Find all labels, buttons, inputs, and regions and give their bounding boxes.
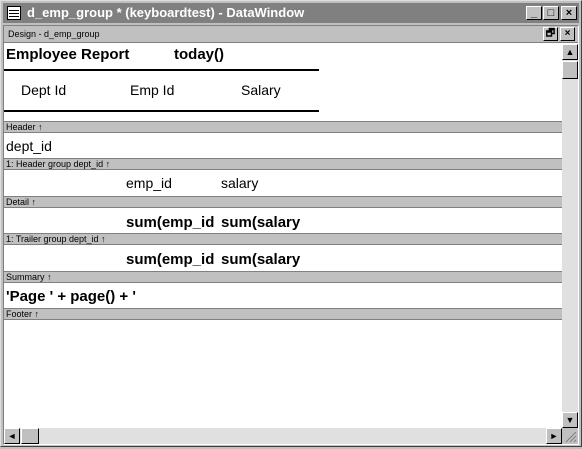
minimize-button[interactable]: _ xyxy=(526,6,542,20)
emp-id-field[interactable]: emp_id xyxy=(126,175,172,191)
design-title: Design - d_emp_group xyxy=(8,29,100,39)
trailer-sum-salary[interactable]: sum(salary xyxy=(221,251,316,268)
band-trailer-group[interactable]: 1: Trailer group dept_id ↑ xyxy=(4,233,562,245)
scroll-up-button[interactable]: ▲ xyxy=(562,44,578,60)
emp-id-header[interactable]: Emp Id xyxy=(130,82,174,98)
dept-id-field[interactable]: dept_id xyxy=(6,138,52,154)
design-pane: Design - d_emp_group 🗗 × Employee Report… xyxy=(3,25,579,445)
design-title-bar[interactable]: Design - d_emp_group 🗗 × xyxy=(4,26,578,43)
scroll-left-button[interactable]: ◄ xyxy=(4,428,20,444)
close-button[interactable]: × xyxy=(561,6,577,20)
salary-header[interactable]: Salary xyxy=(241,82,281,98)
header-top-rule[interactable] xyxy=(4,69,319,71)
datawindow-frame: d_emp_group * (keyboardtest) - DataWindo… xyxy=(0,0,582,447)
band-header[interactable]: Header ↑ xyxy=(4,121,562,133)
band-detail[interactable]: Detail ↑ xyxy=(4,196,562,208)
trailer-sum-emp[interactable]: sum(emp_id xyxy=(126,251,221,268)
resize-grip[interactable] xyxy=(562,428,578,444)
report-title[interactable]: Employee Report xyxy=(6,46,129,63)
horizontal-scrollbar[interactable]: ◄ ► xyxy=(4,428,562,444)
header-bottom-rule[interactable] xyxy=(4,110,319,112)
scroll-down-button[interactable]: ▼ xyxy=(562,412,578,428)
scroll-right-button[interactable]: ► xyxy=(546,428,562,444)
dept-id-header[interactable]: Dept Id xyxy=(21,82,66,98)
maximize-button[interactable]: □ xyxy=(543,6,559,20)
vertical-scroll-thumb[interactable] xyxy=(562,61,578,79)
detail-sum-salary[interactable]: sum(salary xyxy=(221,214,316,231)
report-canvas[interactable]: Employee Report today() Dept Id Emp Id S… xyxy=(4,44,562,428)
vertical-scrollbar[interactable]: ▲ ▼ xyxy=(562,44,578,428)
title-bar[interactable]: d_emp_group * (keyboardtest) - DataWindo… xyxy=(3,3,579,23)
today-expression[interactable]: today() xyxy=(174,46,224,63)
detail-sum-emp[interactable]: sum(emp_id xyxy=(126,214,221,231)
salary-field[interactable]: salary xyxy=(221,175,258,191)
datawindow-icon xyxy=(7,6,21,20)
resize-grip-icon xyxy=(565,431,577,443)
design-close-button[interactable]: × xyxy=(560,27,575,41)
restore-button[interactable]: 🗗 xyxy=(543,27,558,41)
band-header-group[interactable]: 1: Header group dept_id ↑ xyxy=(4,158,562,170)
window-title: d_emp_group * (keyboardtest) - DataWindo… xyxy=(27,5,305,20)
band-summary[interactable]: Summary ↑ xyxy=(4,271,562,283)
band-footer[interactable]: Footer ↑ xyxy=(4,308,562,320)
horizontal-scroll-thumb[interactable] xyxy=(21,428,39,444)
page-expression[interactable]: 'Page ' + page() + ' xyxy=(6,288,136,305)
